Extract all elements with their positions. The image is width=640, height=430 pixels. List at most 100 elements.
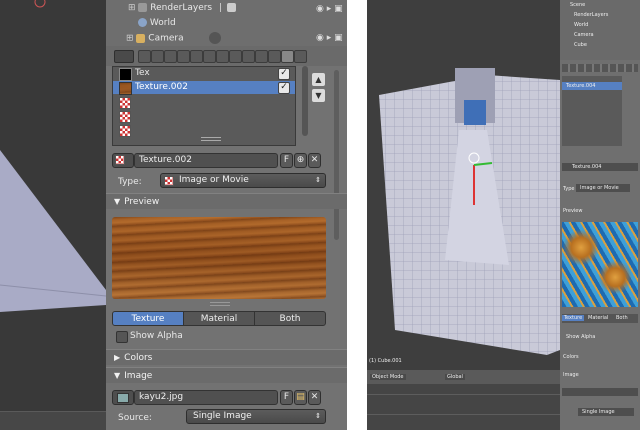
- image-fake-user-button[interactable]: F: [280, 390, 293, 405]
- tab-both-right[interactable]: Both: [616, 315, 628, 321]
- slot-label-right: Texture.004: [566, 83, 596, 89]
- texture-tab-icon[interactable]: [281, 50, 294, 63]
- texture-slot-row-selected[interactable]: Texture.002 ✓: [113, 81, 295, 95]
- outliner-item-world[interactable]: World: [138, 18, 176, 28]
- timeline[interactable]: [367, 384, 560, 430]
- type-dropdown-right[interactable]: Image or Movie: [576, 184, 630, 192]
- outliner-item[interactable]: World: [574, 22, 588, 28]
- show-alpha-label: Show Alpha: [130, 331, 183, 341]
- colors-header-right[interactable]: Colors: [563, 354, 579, 360]
- properties-tabs-right[interactable]: [562, 64, 638, 72]
- open-folder-icon[interactable]: ▤: [294, 390, 307, 405]
- colors-panel-header[interactable]: ▶ Colors: [106, 349, 347, 365]
- panel-scrollbar[interactable]: [334, 70, 339, 240]
- preview-header-right[interactable]: Preview: [563, 208, 582, 214]
- slot-list-right: Texture.004: [562, 76, 622, 146]
- preview-resize-grip[interactable]: [210, 302, 230, 306]
- object-tab-icon[interactable]: [190, 50, 203, 63]
- modifiers-tab-icon[interactable]: [216, 50, 229, 63]
- orientation-dropdown[interactable]: Global: [445, 374, 465, 380]
- preview-panel-header[interactable]: ▼ Preview: [106, 193, 347, 209]
- unlink-image-icon[interactable]: ✕: [308, 390, 321, 405]
- outliner-item[interactable]: RenderLayers: [574, 12, 608, 18]
- viewport-left[interactable]: [0, 0, 106, 430]
- texture-slot-list: Tex ✓ Texture.002 ✓: [112, 66, 296, 146]
- outliner-area: ⊞ RenderLayers | World ⊞ Camera ◉ ▸ ▣ ◉ …: [106, 0, 347, 47]
- constraints-tab-icon[interactable]: [203, 50, 216, 63]
- material-tab-icon[interactable]: [242, 50, 255, 63]
- viewport-object-label: (1) Cube.001: [369, 358, 402, 364]
- unlink-texture-icon[interactable]: ✕: [308, 153, 321, 168]
- world-icon: [138, 18, 147, 27]
- texture-slot-row[interactable]: Tex ✓: [113, 67, 295, 81]
- left-screenshot: ⊞ RenderLayers | World ⊞ Camera ◉ ▸ ▣ ◉ …: [0, 0, 347, 430]
- source-dropdown[interactable]: Single Image ⇕: [186, 409, 326, 424]
- outliner-item[interactable]: Scene: [570, 2, 585, 8]
- image-header-right[interactable]: Image: [563, 372, 579, 378]
- collapse-right-icon: ▶: [114, 353, 121, 362]
- outliner-item-camera[interactable]: ⊞ Camera: [126, 32, 221, 44]
- move-up-icon[interactable]: ▲: [312, 73, 325, 86]
- type-label: Type:: [118, 177, 142, 187]
- image-browse-button[interactable]: [112, 390, 134, 405]
- editor-type-icon[interactable]: [114, 50, 134, 63]
- dropdown-arrows-icon: ⇕: [315, 176, 321, 184]
- properties-panel: ⊞ RenderLayers | World ⊞ Camera ◉ ▸ ▣ ◉ …: [106, 0, 347, 430]
- outliner-item[interactable]: Camera: [574, 32, 594, 38]
- selected-object: [464, 100, 486, 125]
- visibility-icons[interactable]: ◉ ▸ ▣: [316, 4, 343, 14]
- image-icon: [117, 393, 129, 403]
- camera-data-icon[interactable]: [208, 32, 221, 44]
- world-tab-icon[interactable]: [177, 50, 190, 63]
- image-name-field[interactable]: kayu2.jpg: [134, 390, 278, 405]
- slot-list-scrollbar[interactable]: [302, 66, 308, 136]
- texture-preview-image: [112, 217, 326, 299]
- source-label: Source:: [118, 413, 152, 423]
- mode-dropdown[interactable]: Object Mode: [370, 374, 406, 380]
- outliner-label: RenderLayers: [150, 3, 213, 13]
- scene-tab-icon[interactable]: [164, 50, 177, 63]
- image-panel-header[interactable]: ▼ Image: [106, 367, 347, 383]
- physics-tab-icon[interactable]: [255, 50, 268, 63]
- data-tab-icon[interactable]: [229, 50, 242, 63]
- outliner-right: Scene RenderLayers World Camera Cube: [560, 0, 640, 60]
- outliner-item-renderlayers[interactable]: ⊞ RenderLayers |: [128, 3, 236, 13]
- empty-slot-checker-icon[interactable]: [119, 111, 131, 123]
- tab-material-right[interactable]: Material: [588, 315, 608, 321]
- move-down-icon[interactable]: ▼: [312, 89, 325, 102]
- slot-enable-checkbox[interactable]: ✓: [278, 82, 290, 94]
- viewport-scene: [379, 68, 560, 355]
- empty-slot-checker-icon[interactable]: [119, 97, 131, 109]
- render-icon[interactable]: [226, 3, 236, 12]
- visibility-icons-camera[interactable]: ◉ ▸ ▣: [316, 33, 343, 43]
- image-field-right[interactable]: [562, 388, 638, 396]
- empty-slot-checker-icon[interactable]: [119, 125, 131, 137]
- show-alpha-checkbox[interactable]: [116, 331, 128, 343]
- viewport-header: Object Mode Global: [367, 370, 560, 384]
- texture-browse-button[interactable]: [112, 153, 134, 168]
- collapse-down-icon: ▼: [114, 197, 121, 206]
- viewport-right[interactable]: (1) Cube.001: [367, 0, 560, 370]
- tab-texture-right[interactable]: Texture: [562, 315, 584, 321]
- render-tab-icon[interactable]: [138, 50, 151, 63]
- show-alpha-right[interactable]: Show Alpha: [566, 334, 595, 340]
- extra-tab-icon[interactable]: [294, 50, 307, 63]
- slot-enable-checkbox[interactable]: ✓: [278, 68, 290, 80]
- fake-user-button[interactable]: F: [280, 153, 293, 168]
- layers-tab-icon[interactable]: [151, 50, 164, 63]
- particles-tab-icon[interactable]: [268, 50, 281, 63]
- list-resize-grip[interactable]: [201, 137, 221, 141]
- source-dropdown-right[interactable]: Single Image: [578, 408, 634, 416]
- tab-texture[interactable]: Texture: [112, 311, 184, 326]
- texture-name-field-right[interactable]: Texture.004: [562, 163, 638, 171]
- new-texture-icon[interactable]: ⊕: [294, 153, 307, 168]
- type-dropdown[interactable]: Image or Movie ⇕: [160, 173, 326, 188]
- texture-slot-label: Texture.002: [135, 82, 188, 92]
- texture-name-field[interactable]: Texture.002: [134, 153, 278, 168]
- tab-both[interactable]: Both: [254, 311, 326, 326]
- renderlayers-icon: [138, 3, 148, 12]
- cursor-3d-icon: [34, 0, 46, 8]
- outliner-item[interactable]: Cube: [574, 42, 587, 48]
- tab-material[interactable]: Material: [183, 311, 255, 326]
- outliner-label: World: [149, 18, 176, 28]
